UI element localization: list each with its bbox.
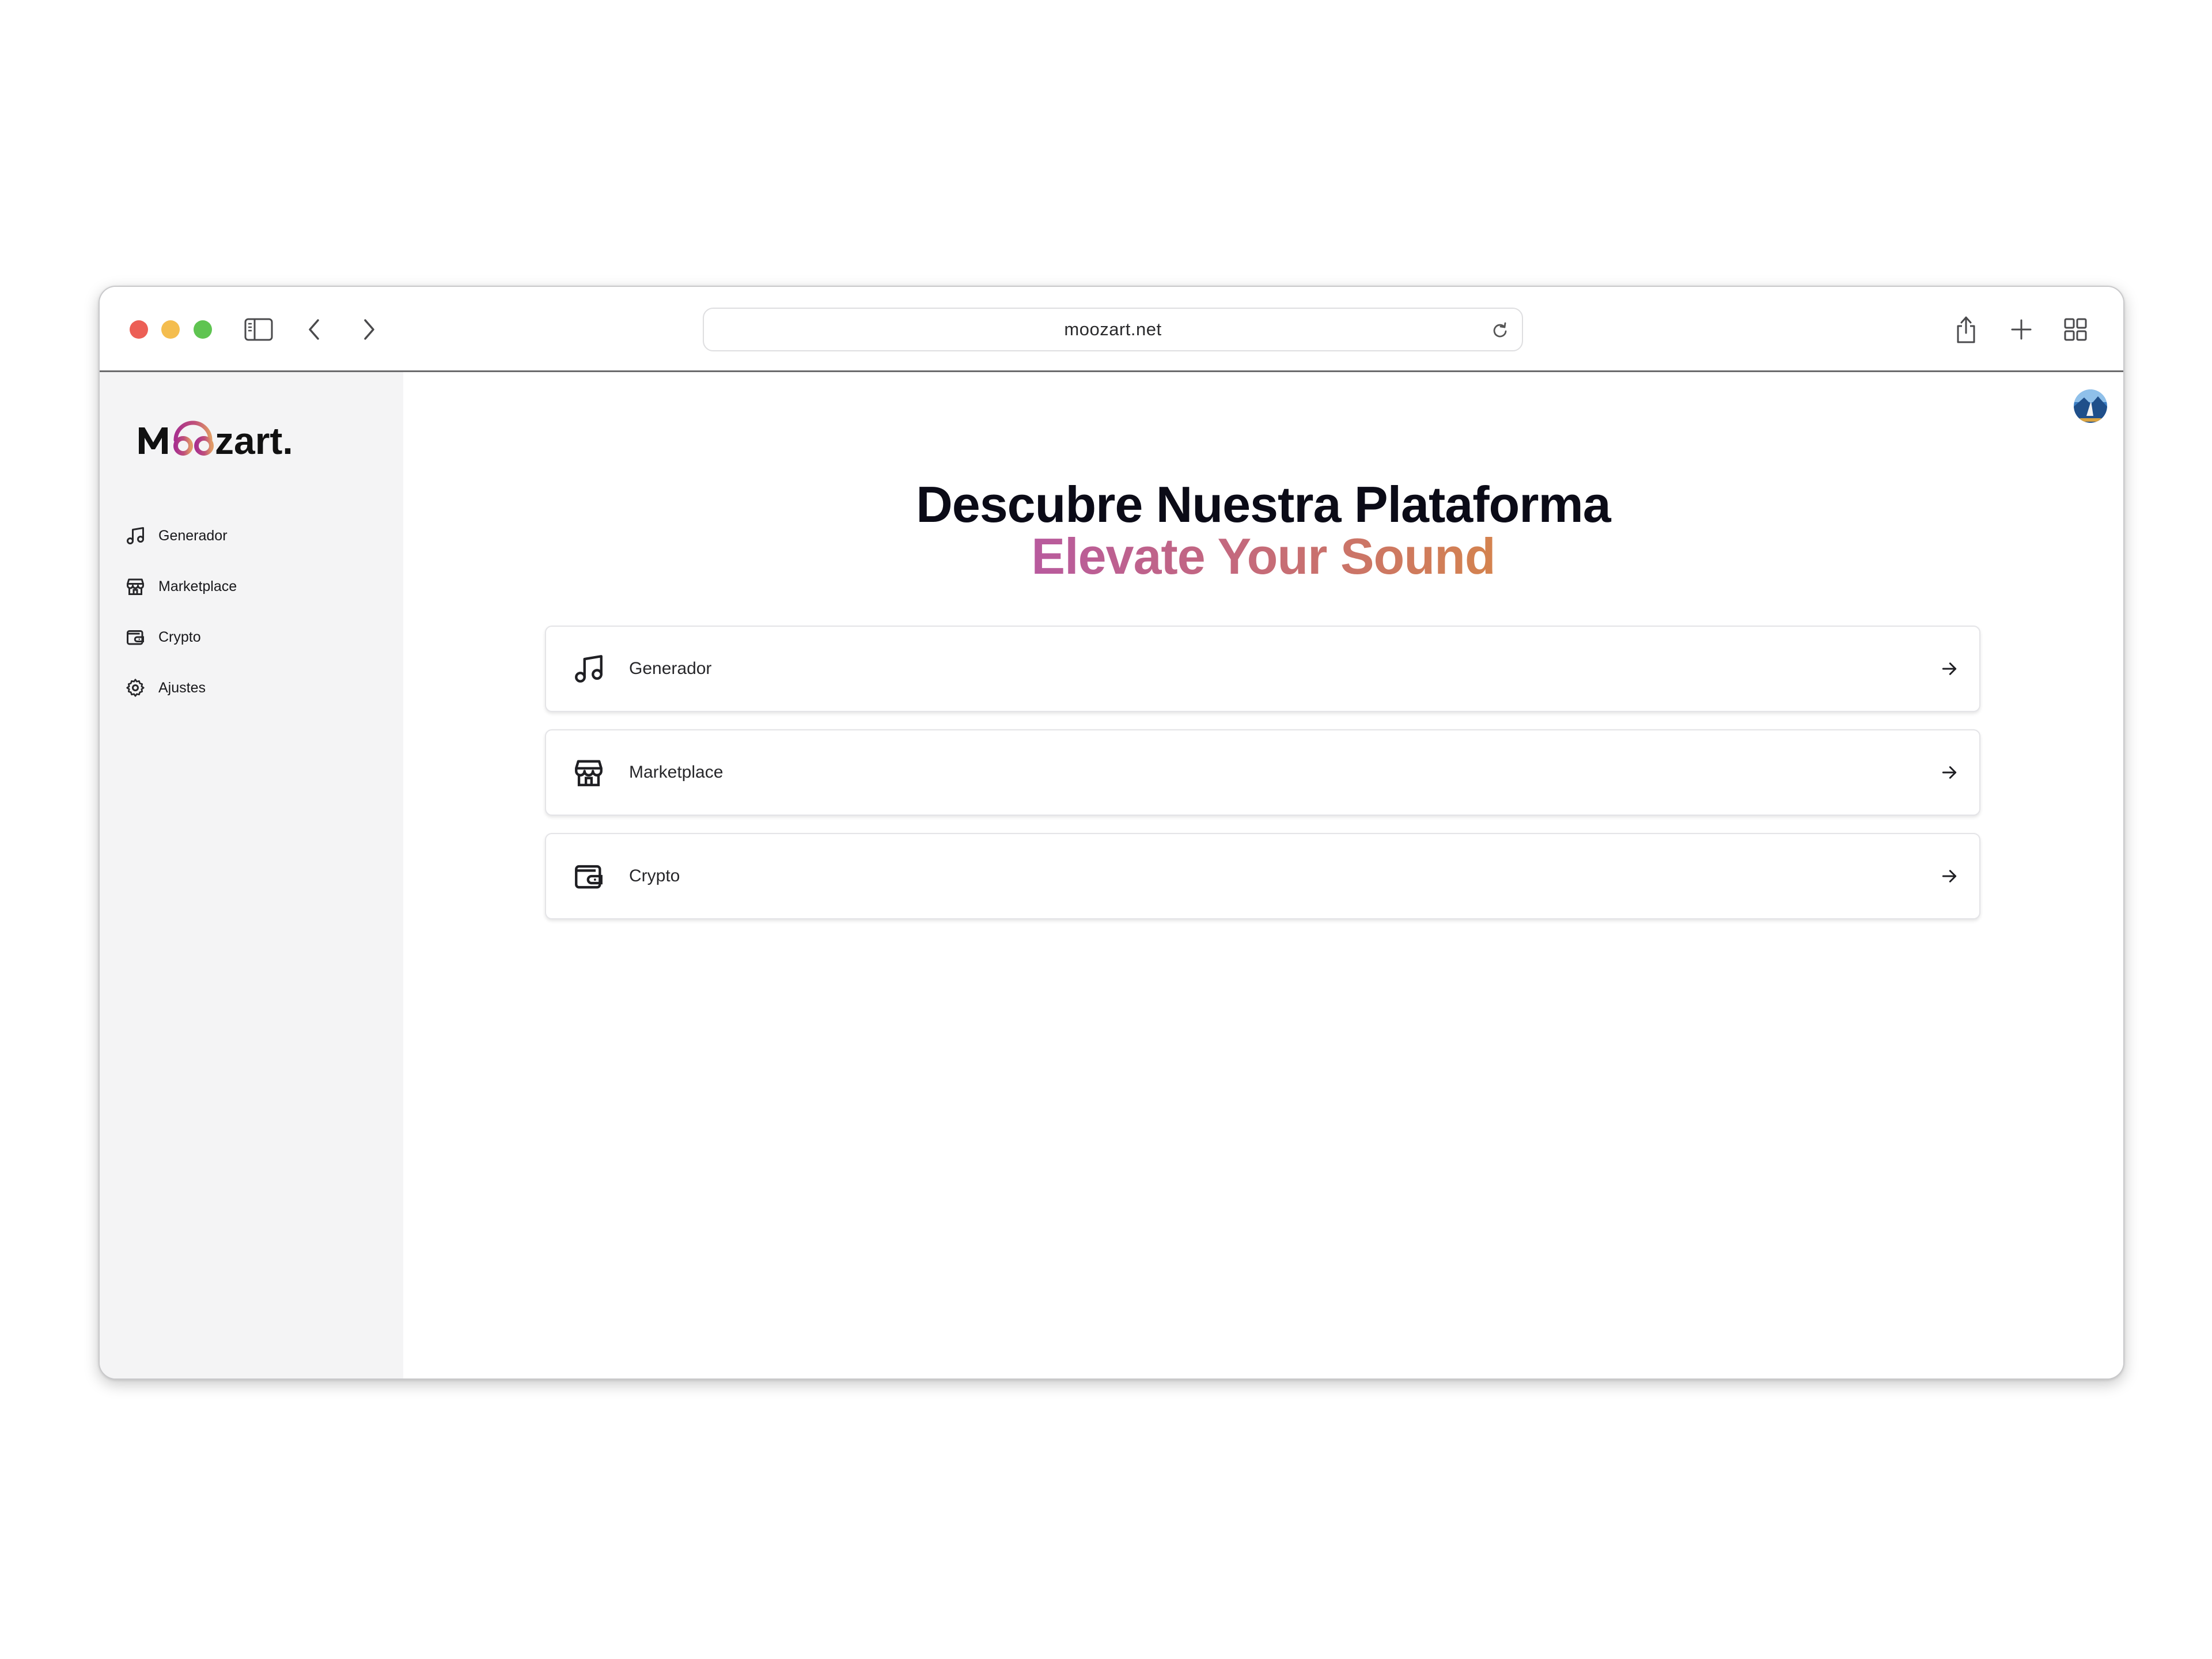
sidebar-item-label: Marketplace <box>158 578 237 594</box>
svg-text:zart.: zart. <box>215 419 293 462</box>
music-note-icon <box>571 652 606 686</box>
arrow-right-icon <box>1939 762 1960 783</box>
sidebar-toggle-icon[interactable] <box>244 315 274 344</box>
main-content: Descubre Nuestra Plataforma Elevate Your… <box>403 372 2123 1378</box>
wallet-icon <box>124 626 147 649</box>
arrow-right-icon <box>1939 658 1960 679</box>
moozart-logo[interactable]: zart. <box>135 410 331 462</box>
sidebar-item-label: Generador <box>158 527 228 544</box>
page-title: Descubre Nuestra Plataforma <box>916 476 1611 533</box>
card-label: Crypto <box>629 866 680 885</box>
back-icon[interactable] <box>302 315 325 344</box>
sidebar: zart. Generador Marketplace Crypto Ajust… <box>100 372 403 1378</box>
card-label: Marketplace <box>629 763 724 782</box>
tab-overview-icon[interactable] <box>2063 317 2088 342</box>
sidebar-item-crypto[interactable]: Crypto <box>124 620 201 654</box>
reload-icon[interactable] <box>1491 321 1509 340</box>
hero: Descubre Nuestra Plataforma Elevate Your… <box>403 479 2123 583</box>
address-bar[interactable]: moozart.net <box>703 308 1523 351</box>
avatar[interactable] <box>2074 389 2107 423</box>
forward-icon[interactable] <box>358 315 381 344</box>
close-window-button[interactable] <box>130 320 148 339</box>
arrow-right-icon <box>1939 866 1960 887</box>
card-label: Generador <box>629 659 712 678</box>
url-text: moozart.net <box>1064 319 1162 339</box>
sidebar-item-ajustes[interactable]: Ajustes <box>124 671 206 705</box>
store-icon <box>124 575 147 598</box>
card-generador[interactable]: Generador <box>545 626 1980 712</box>
wallet-icon <box>571 859 606 893</box>
sidebar-item-marketplace[interactable]: Marketplace <box>124 569 237 604</box>
gear-icon <box>124 676 147 699</box>
new-tab-icon[interactable] <box>2009 317 2034 342</box>
sidebar-item-generador[interactable]: Generador <box>124 518 228 553</box>
sidebar-item-label: Ajustes <box>158 679 206 696</box>
share-icon[interactable] <box>1952 313 1980 346</box>
card-crypto[interactable]: Crypto <box>545 833 1980 919</box>
card-marketplace[interactable]: Marketplace <box>545 729 1980 816</box>
minimize-window-button[interactable] <box>161 320 180 339</box>
store-icon <box>571 755 606 790</box>
sidebar-item-label: Crypto <box>158 628 201 645</box>
maximize-window-button[interactable] <box>194 320 212 339</box>
browser-window: moozart.net zart. Generador Marketplace … <box>99 286 2124 1380</box>
music-note-icon <box>124 524 147 547</box>
browser-toolbar: moozart.net <box>100 287 2123 372</box>
page-subtitle: Elevate Your Sound <box>1031 528 1495 585</box>
